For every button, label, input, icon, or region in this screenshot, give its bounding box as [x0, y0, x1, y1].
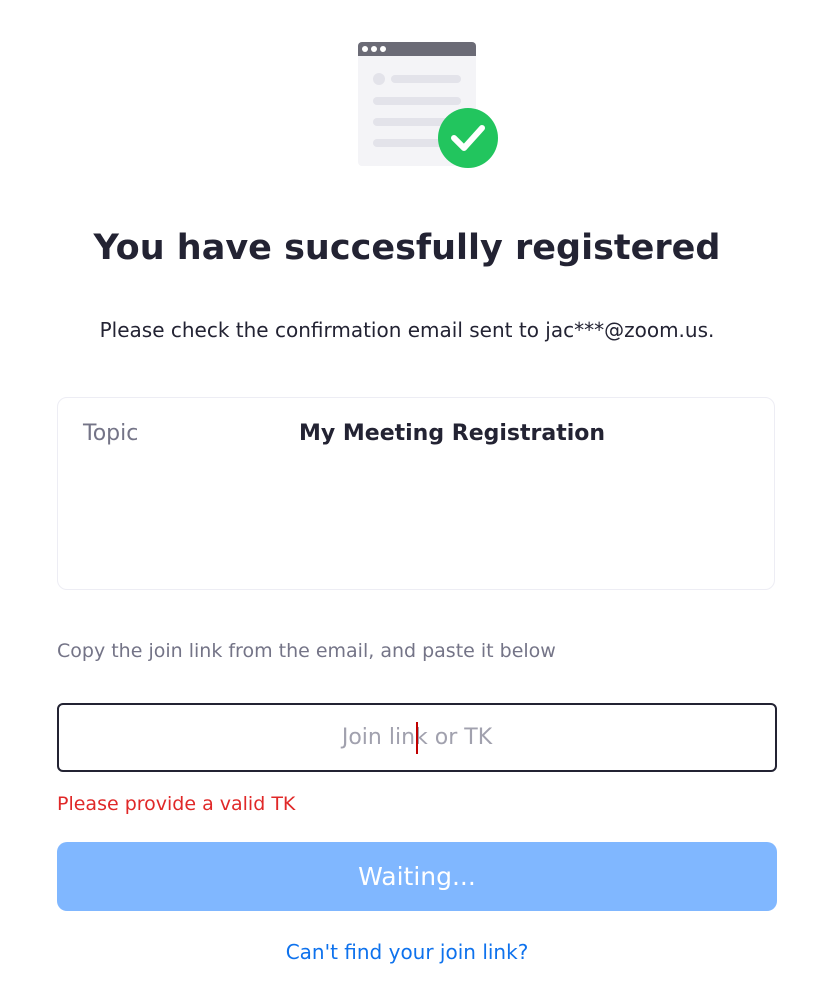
topic-card: Topic My Meeting Registration	[57, 397, 775, 590]
confirmation-message: Please check the confirmation email sent…	[99, 318, 715, 342]
join-instruction: Copy the join link from the email, and p…	[57, 640, 556, 662]
waiting-button[interactable]: Waiting...	[57, 842, 777, 911]
cant-find-join-link[interactable]: Can't find your join link?	[0, 940, 814, 964]
page-title: You have succesfully registered	[93, 228, 721, 268]
text-caret	[416, 722, 418, 754]
topic-value: My Meeting Registration	[299, 421, 606, 446]
error-message: Please provide a valid TK	[57, 793, 296, 815]
registration-success-icon	[358, 42, 498, 168]
topic-label: Topic	[83, 421, 139, 446]
